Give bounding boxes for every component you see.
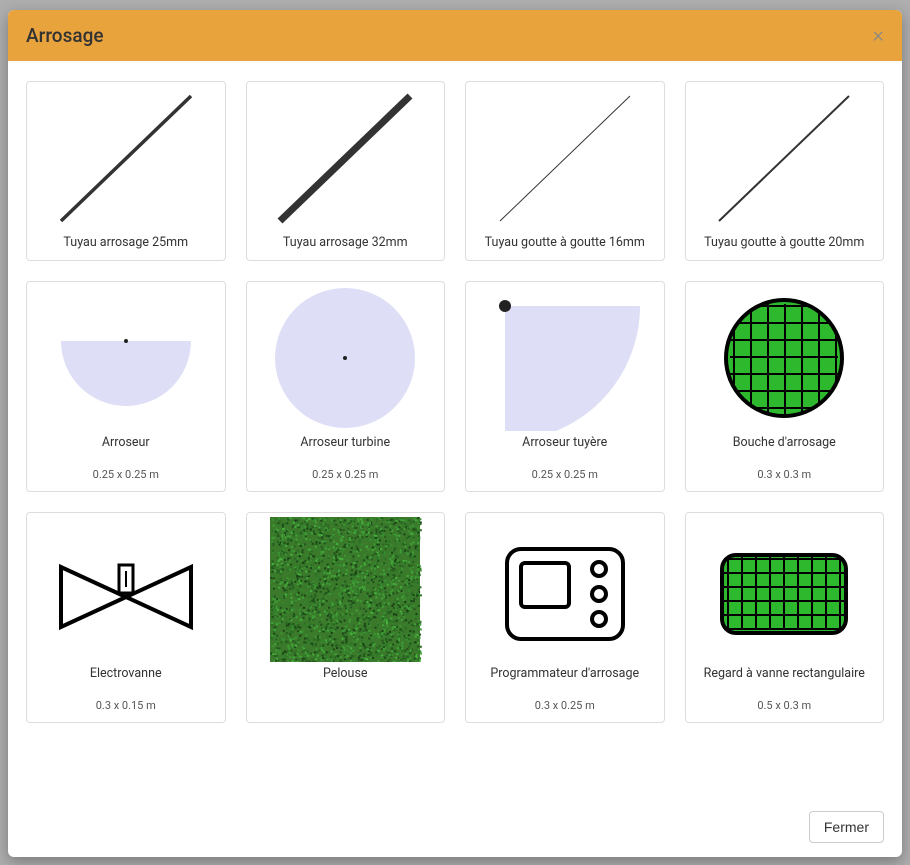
item-dimensions: 0.5 x 0.3 m — [757, 699, 811, 712]
item-label: Tuyau goutte à goutte 16mm — [485, 235, 645, 250]
sprinkler-quarter-icon — [470, 286, 660, 431]
item-card[interactable]: Arroseur tuyère 0.25 x 0.25 m — [465, 281, 665, 492]
item-card[interactable]: Tuyau goutte à goutte 16mm — [465, 81, 665, 261]
item-card[interactable]: Bouche d'arrosage 0.3 x 0.3 m — [685, 281, 885, 492]
item-label: Electrovanne — [90, 666, 162, 681]
item-dimensions: 0.3 x 0.15 m — [96, 699, 156, 712]
item-dimensions: 0.25 x 0.25 m — [93, 468, 159, 481]
item-label: Arroseur tuyère — [522, 435, 607, 450]
drip-16-icon — [470, 86, 660, 231]
item-label: Arroseur turbine — [300, 435, 390, 450]
item-card[interactable]: Arroseur 0.25 x 0.25 m — [26, 281, 226, 492]
item-card[interactable]: Programmateur d'arrosage 0.3 x 0.25 m — [465, 512, 665, 723]
pipe-25-icon — [31, 86, 221, 231]
sprinkler-full-icon — [251, 286, 441, 431]
item-card[interactable]: Pelouse — [246, 512, 446, 723]
modal-body: Tuyau arrosage 25mm Tuyau arrosage 32mm Tu… — [8, 61, 902, 797]
item-card[interactable]: Regard à vanne rectangulaire 0.5 x 0.3 m — [685, 512, 885, 723]
item-card[interactable]: Tuyau goutte à goutte 20mm — [685, 81, 885, 261]
item-card[interactable]: Electrovanne 0.3 x 0.15 m — [26, 512, 226, 723]
modal-header: Arrosage × — [8, 10, 902, 61]
item-card[interactable]: Arroseur turbine 0.25 x 0.25 m — [246, 281, 446, 492]
green-circle-grid-icon — [690, 286, 880, 431]
item-label: Tuyau arrosage 32mm — [283, 235, 408, 250]
item-dimensions: 0.25 x 0.25 m — [312, 468, 378, 481]
pipe-32-icon — [251, 86, 441, 231]
green-rect-grid-icon — [690, 517, 880, 662]
arrosage-modal: Arrosage × Tuyau arrosage 25mmTuyau arro… — [8, 10, 902, 857]
item-label: Pelouse — [323, 666, 368, 681]
grass-icon — [251, 517, 441, 662]
drip-20-icon — [690, 86, 880, 231]
item-card[interactable]: Tuyau arrosage 32mm — [246, 81, 446, 261]
item-dimensions: 0.3 x 0.25 m — [535, 699, 595, 712]
modal-footer: Fermer — [8, 797, 902, 857]
close-button[interactable]: Fermer — [809, 811, 884, 843]
close-icon[interactable]: × — [872, 25, 884, 47]
item-dimensions: 0.3 x 0.3 m — [757, 468, 811, 481]
valve-icon — [31, 517, 221, 662]
sprinkler-half-icon — [31, 286, 221, 431]
item-label: Programmateur d'arrosage — [490, 666, 639, 681]
item-dimensions: 0.25 x 0.25 m — [532, 468, 598, 481]
item-label: Regard à vanne rectangulaire — [704, 666, 865, 681]
controller-icon — [470, 517, 660, 662]
item-label: Arroseur — [102, 435, 150, 450]
item-label: Tuyau arrosage 25mm — [63, 235, 188, 250]
item-label: Bouche d'arrosage — [733, 435, 836, 450]
modal-title: Arrosage — [26, 24, 104, 47]
item-card[interactable]: Tuyau arrosage 25mm — [26, 81, 226, 261]
item-label: Tuyau goutte à goutte 20mm — [704, 235, 864, 250]
